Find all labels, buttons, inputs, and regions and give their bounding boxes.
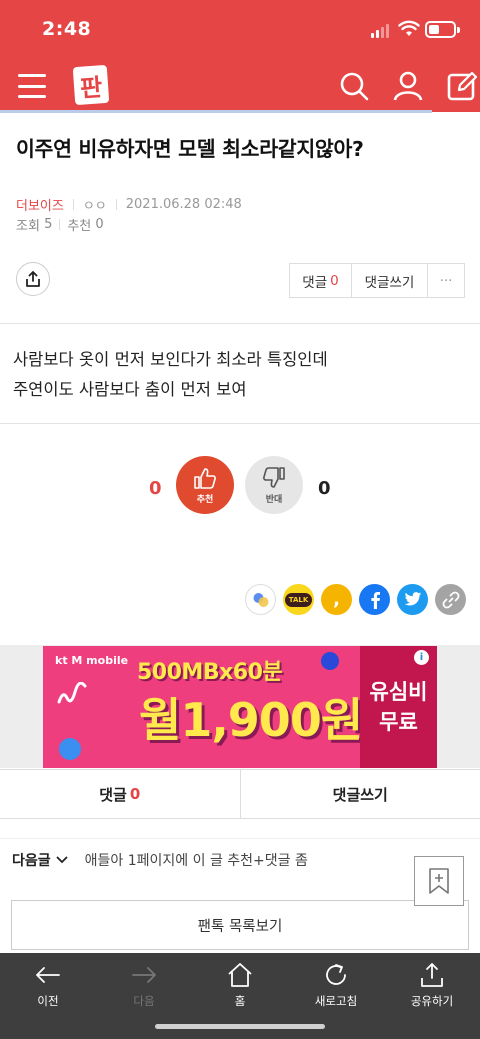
- share-icon: [26, 271, 40, 287]
- post-body: 사람보다 옷이 먼저 보인다가 최소라 특징인데 주연이도 사람보다 춤이 먼저…: [13, 345, 328, 405]
- ad-side-panel: 유심비 무료: [360, 646, 437, 768]
- nav-refresh[interactable]: 새로고침: [288, 961, 384, 1009]
- arrow-right-icon: [132, 967, 156, 983]
- twitter-icon: [404, 592, 421, 606]
- body-line: 주연이도 사람보다 춤이 먼저 보여: [13, 380, 247, 399]
- post-meta: 더보이즈 ㅇㅇ 2021.06.28 02:48: [16, 195, 242, 214]
- nav-forward-label: 다음: [133, 994, 155, 1008]
- body-line: 사람보다 옷이 먼저 보인다가 최소라 특징인데: [13, 350, 328, 369]
- app-bar: 판: [0, 62, 480, 112]
- nav-forward[interactable]: 다음: [96, 961, 192, 1009]
- status-bar: 2:48: [0, 0, 480, 62]
- post-stats: 조회 5 추천 0: [16, 215, 104, 234]
- nav-back[interactable]: 이전: [0, 961, 96, 1009]
- comment-label: 댓글: [302, 274, 328, 291]
- kakaotalk-share-button[interactable]: TALK: [283, 584, 314, 615]
- oppose-vote-count: 0: [318, 478, 331, 499]
- comment-bar: 댓글 0 댓글쓰기: [0, 769, 480, 819]
- comment-button[interactable]: 댓글 0: [290, 264, 352, 297]
- link-icon: [442, 591, 459, 608]
- nav-home[interactable]: 홈: [192, 961, 288, 1009]
- ad-ball: [321, 652, 339, 670]
- post-action-group: 댓글 0 댓글쓰기 ···: [289, 263, 465, 298]
- status-time: 2:48: [42, 18, 92, 40]
- logo[interactable]: 판: [72, 64, 110, 106]
- user-icon[interactable]: [392, 70, 424, 102]
- author-sub: ㅇㅇ: [82, 199, 107, 214]
- band-share-button[interactable]: [245, 584, 276, 615]
- twitter-share-button[interactable]: [397, 584, 428, 615]
- share-icon: [421, 963, 443, 987]
- signal-icon: [371, 24, 389, 38]
- next-post[interactable]: 다음글 애들아 1페이지에 이 글 추천+댓글 좀: [12, 850, 308, 870]
- more-button[interactable]: ···: [428, 264, 464, 297]
- oppose-label: 반대: [265, 495, 283, 505]
- comment-tab[interactable]: 댓글 0: [0, 770, 241, 818]
- comment-count: 0: [330, 272, 339, 289]
- chat-bubbles-icon: [253, 592, 268, 607]
- next-post-label: 다음글: [12, 853, 51, 869]
- ad-ball: [59, 738, 81, 760]
- facebook-share-button[interactable]: [359, 584, 390, 615]
- arrow-left-icon: [36, 967, 60, 983]
- list-view-button[interactable]: 팬톡 목록보기: [11, 900, 469, 950]
- wifi-icon: [398, 20, 420, 36]
- search-icon[interactable]: [338, 70, 370, 102]
- divider: [0, 838, 480, 839]
- comment-tab-label: 댓글: [99, 785, 127, 804]
- squiggle-decoration: [57, 682, 87, 704]
- post-title: 이주연 비유하자면 모델 최소라같지않아?: [16, 137, 364, 161]
- header: 2:48 판: [0, 0, 480, 113]
- divider: [0, 423, 480, 424]
- thumbs-down-icon: [263, 467, 285, 488]
- recommend-vote-count: 0: [149, 478, 162, 499]
- ad-price: 월1,900원: [139, 693, 363, 747]
- kakaostory-icon: ,: [333, 589, 340, 610]
- menu-icon[interactable]: [18, 74, 46, 98]
- nav-share-label: 공유하기: [410, 994, 454, 1008]
- facebook-icon: [370, 591, 380, 609]
- recommend-count: 0: [95, 217, 104, 232]
- comment-tab-count: 0: [129, 785, 141, 803]
- chevron-down-icon: [56, 856, 68, 864]
- nav-share[interactable]: 공유하기: [384, 961, 480, 1009]
- recommend-button[interactable]: 추천: [176, 456, 234, 514]
- views-label: 조회: [16, 219, 40, 234]
- bookmark-add-icon: [429, 868, 449, 894]
- nav-back-label: 이전: [37, 994, 59, 1008]
- progress-line: [0, 110, 432, 113]
- write-icon[interactable]: [446, 70, 478, 102]
- write-comment-tab[interactable]: 댓글쓰기: [241, 770, 480, 818]
- views-count: 5: [44, 217, 53, 232]
- ad-side-line: 유심비: [369, 680, 428, 704]
- refresh-icon: [326, 964, 346, 985]
- nav-refresh-label: 새로고침: [314, 994, 358, 1008]
- nav-home-label: 홈: [234, 994, 246, 1008]
- thumbs-up-icon: [194, 468, 216, 489]
- ad-info-icon[interactable]: i: [414, 650, 429, 665]
- bookmark-button[interactable]: [414, 856, 464, 906]
- recommend-label: 추천: [67, 219, 92, 234]
- next-post-title: 애들아 1페이지에 이 글 추천+댓글 좀: [84, 853, 308, 869]
- oppose-button[interactable]: 반대: [245, 456, 303, 514]
- ad-side-line: 무료: [379, 710, 418, 734]
- divider: [0, 323, 480, 324]
- copy-link-button[interactable]: [435, 584, 466, 615]
- recommend-label: 추천: [196, 495, 214, 505]
- kakaotalk-icon: TALK: [284, 592, 313, 607]
- battery-icon: [425, 21, 460, 38]
- write-comment-button[interactable]: 댓글쓰기: [352, 264, 428, 297]
- ad-banner[interactable]: kt M mobile 500MBx60분 월1,900원 유심비 무료 i: [43, 646, 437, 768]
- kakaostory-share-button[interactable]: ,: [321, 584, 352, 615]
- post-datetime: 2021.06.28 02:48: [125, 197, 242, 212]
- ad-brand: kt M mobile: [55, 654, 129, 667]
- ad-headline: 500MBx60분: [137, 660, 283, 685]
- home-icon: [228, 963, 252, 987]
- home-indicator: [155, 1024, 325, 1029]
- share-button[interactable]: [16, 262, 50, 296]
- author-name[interactable]: 더보이즈: [16, 195, 64, 214]
